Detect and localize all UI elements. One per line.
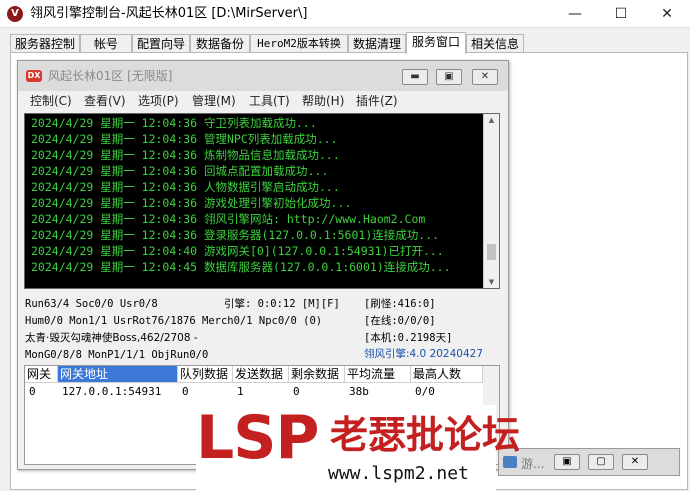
- cell-gateway: 0: [29, 385, 36, 398]
- status-refresh-monsters: [刷怪:416:0]: [364, 298, 436, 310]
- dx-logo-icon: DX: [26, 70, 42, 82]
- mdi-minimize-button[interactable]: ▬: [402, 69, 428, 85]
- app-logo-icon: V: [7, 6, 23, 22]
- watermark-logo: LSP: [196, 403, 319, 473]
- cell-sent-data: 1: [237, 385, 244, 398]
- title-bar: V 翎风引擎控制台-风起长林01区 [D:\MirServer\] — ☐ ✕: [0, 0, 690, 28]
- log-scroll-thumb[interactable]: [487, 244, 496, 260]
- log-line: 2024/4/29 星期一 12:04:36 登录服务器(127.0.0.1:5…: [31, 228, 440, 242]
- scroll-down-icon[interactable]: ▼: [487, 278, 496, 286]
- server-window-title-bar: DX 风起长林01区 [无限版] ▬ ▣ ✕: [18, 61, 508, 91]
- log-line: 2024/4/29 星期一 12:04:36 回城点配置加载成功...: [31, 164, 329, 178]
- status-local-uptime: [本机:0.2198天]: [364, 332, 453, 344]
- tab-data-cleanup[interactable]: 数据清理: [348, 34, 406, 53]
- cell-max-players: 0/0: [415, 385, 435, 398]
- minimized-window-title: 游...: [521, 457, 545, 471]
- table-header-max-players[interactable]: 最高人数: [411, 366, 483, 383]
- log-scrollbar[interactable]: ▲ ▼: [483, 114, 499, 288]
- status-engine-uptime: 引擎: 0:0:12 [M][F]: [224, 298, 340, 310]
- cell-avg-traffic: 38b: [349, 385, 369, 398]
- menu-plugins[interactable]: 插件(Z): [356, 93, 398, 109]
- cell-gateway-address: 127.0.0.1:54931: [62, 385, 162, 398]
- table-header-avg-traffic[interactable]: 平均流量: [345, 366, 411, 383]
- menu-tools[interactable]: 工具(T): [249, 93, 290, 109]
- tab-config-wizard[interactable]: 配置向导: [132, 34, 190, 53]
- menu-control[interactable]: 控制(C): [30, 93, 72, 109]
- table-header-remaining-data[interactable]: 剩余数据: [289, 366, 345, 383]
- menu-help[interactable]: 帮助(H): [302, 93, 344, 109]
- tab-related-info[interactable]: 相关信息: [466, 34, 524, 53]
- tab-account[interactable]: 帐号: [80, 34, 132, 53]
- menu-options[interactable]: 选项(P): [138, 93, 179, 109]
- log-line: 2024/4/29 星期一 12:04:40 游戏网关[0](127.0.0.1…: [31, 244, 444, 258]
- status-online: [在线:0/0/0]: [364, 315, 436, 327]
- tab-server-control[interactable]: 服务器控制: [10, 34, 80, 53]
- log-line: 2024/4/29 星期一 12:04:45 数据库服务器(127.0.0.1:…: [31, 260, 451, 274]
- table-header-sent-data[interactable]: 发送数据: [233, 366, 289, 383]
- log-line: 2024/4/29 星期一 12:04:36 人物数据引擎启动成功...: [31, 180, 340, 194]
- menu-manage[interactable]: 管理(M): [192, 93, 236, 109]
- task-restore-button[interactable]: ▣: [554, 454, 580, 470]
- window-title: 翎风引擎控制台-风起长林01区 [D:\MirServer\]: [30, 6, 308, 21]
- mdi-close-button[interactable]: ✕: [472, 69, 498, 85]
- server-window-title: 风起长林01区 [无限版]: [48, 69, 173, 83]
- cell-remaining-data: 0: [293, 385, 300, 398]
- watermark: LSP 老瑟批论坛 www.lspm2.net: [196, 403, 520, 491]
- tab-data-backup[interactable]: 数据备份: [190, 34, 250, 53]
- engine-version-link[interactable]: 翎风引擎:4.0 20240427: [364, 347, 483, 361]
- task-close-button[interactable]: ✕: [622, 454, 648, 470]
- status-run: Run63/4 Soc0/0 Usr0/8: [25, 298, 158, 310]
- close-button[interactable]: ✕: [644, 0, 690, 28]
- log-line: 2024/4/29 星期一 12:04:36 炼制物品信息加载成功...: [31, 148, 340, 162]
- tab-herom2-convert[interactable]: HeroM2版本转换: [250, 34, 348, 53]
- status-boss: 太青·毁灭勾魂神使Boss,462/2708 -: [25, 332, 198, 344]
- watermark-url: www.lspm2.net: [328, 463, 469, 484]
- server-menu-bar: 控制(C) 查看(V) 选项(P) 管理(M) 工具(T) 帮助(H) 插件(Z…: [18, 91, 508, 111]
- watermark-name: 老瑟批论坛: [330, 413, 521, 457]
- main-tabs: 服务器控制 帐号 配置向导 数据备份 HeroM2版本转换 数据清理 服务窗口 …: [10, 32, 690, 54]
- maximize-button[interactable]: ☐: [598, 0, 644, 28]
- cell-queue-data: 0: [182, 385, 189, 398]
- status-mongo: MonG0/8/8 MonP1/1/1 ObjRun0/0: [25, 349, 209, 361]
- minimize-button[interactable]: —: [552, 0, 598, 28]
- log-line: 2024/4/29 星期一 12:04:36 游戏处理引擎初始化成功...: [31, 196, 352, 210]
- log-line: 2024/4/29 星期一 12:04:36 管理NPC列表加载成功...: [31, 132, 338, 146]
- log-console[interactable]: 2024/4/29 星期一 12:04:36 守卫列表加载成功... 2024/…: [24, 113, 500, 289]
- log-line: 2024/4/29 星期一 12:04:36 守卫列表加载成功...: [31, 116, 317, 130]
- mdi-restore-button[interactable]: ▣: [436, 69, 462, 85]
- log-line: 2024/4/29 星期一 12:04:36 翎风引擎网站: http://ww…: [31, 212, 426, 226]
- table-header-gateway-address[interactable]: 网关地址: [58, 366, 178, 383]
- window-icon: [503, 456, 517, 468]
- task-maximize-button[interactable]: ▢: [588, 454, 614, 470]
- scroll-up-icon[interactable]: ▲: [487, 116, 496, 124]
- menu-view[interactable]: 查看(V): [84, 93, 126, 109]
- tab-service-window[interactable]: 服务窗口: [406, 32, 466, 54]
- table-header-queue-data[interactable]: 队列数据: [178, 366, 233, 383]
- status-hum: Hum0/0 Mon1/1 UsrRot76/1876 Merch0/1 Npc…: [25, 315, 323, 327]
- table-header-gateway[interactable]: 网关: [25, 366, 58, 383]
